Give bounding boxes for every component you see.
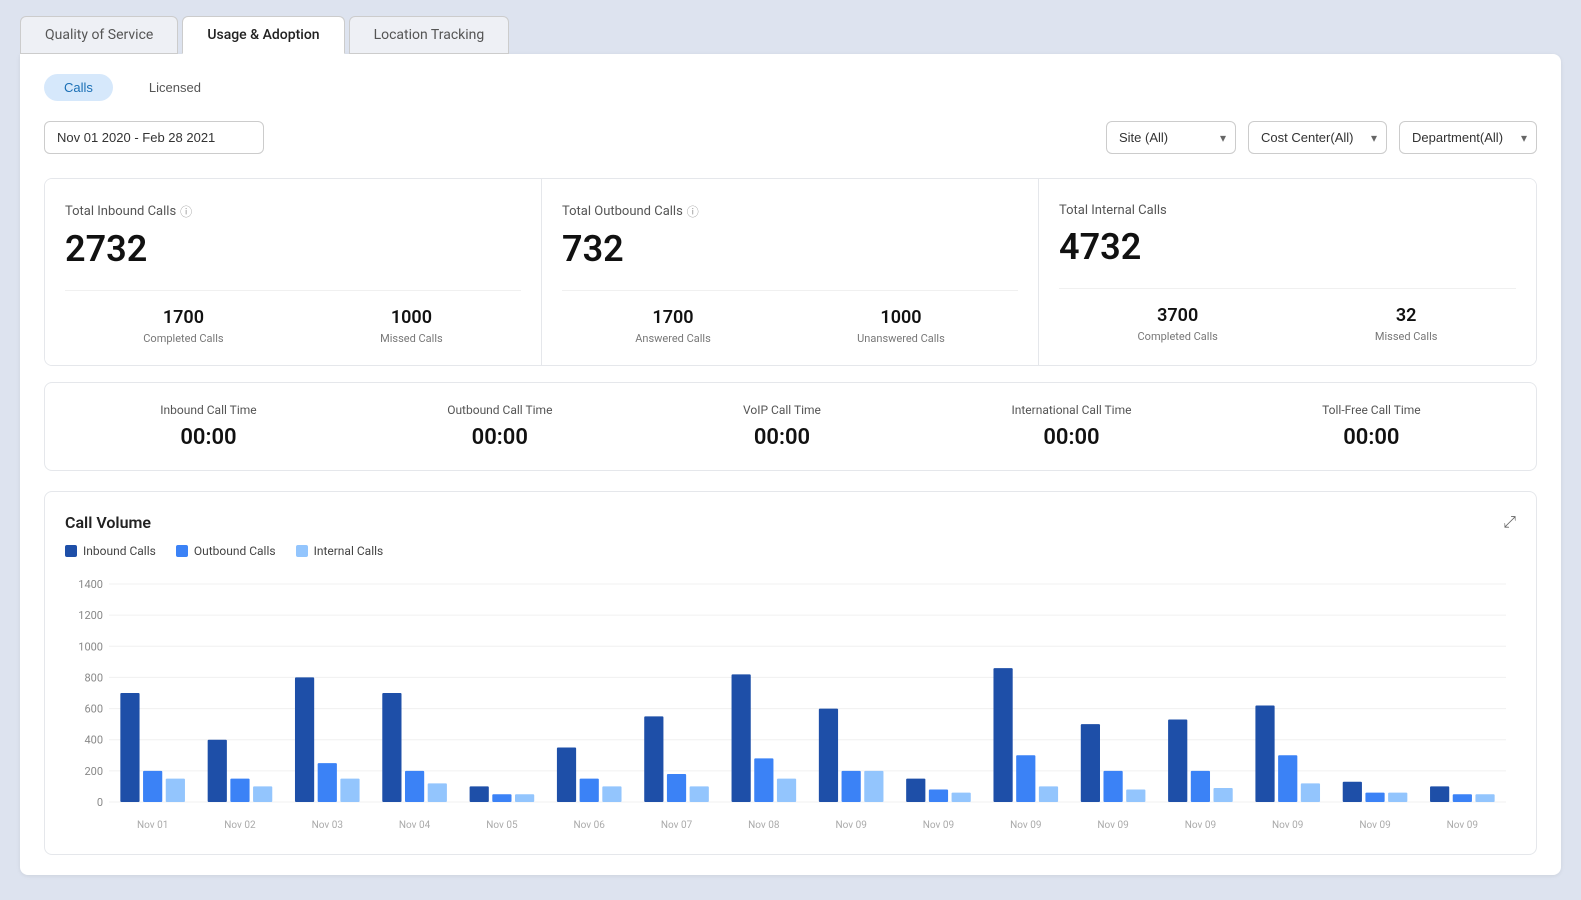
outbound-label: Total Outbound Calls ⓘ bbox=[562, 203, 1018, 220]
svg-text:Nov 09: Nov 09 bbox=[835, 820, 866, 831]
internal-stat-panel: Total Internal Calls 4732 3700 Completed… bbox=[1039, 179, 1536, 365]
svg-text:Nov 07: Nov 07 bbox=[661, 820, 693, 831]
stats-grid: Total Inbound Calls ⓘ 2732 1700 Complete… bbox=[44, 178, 1537, 366]
outbound-unanswered: 1000 Unanswered Calls bbox=[857, 307, 945, 345]
outbound-answered: 1700 Answered Calls bbox=[635, 307, 711, 345]
svg-text:400: 400 bbox=[84, 734, 103, 747]
svg-text:Nov 06: Nov 06 bbox=[574, 820, 606, 831]
main-content: Calls Licensed Site (All) Cost Center(Al… bbox=[20, 54, 1561, 875]
date-range-input[interactable] bbox=[44, 121, 264, 154]
legend-outbound: Outbound Calls bbox=[176, 544, 276, 558]
expand-icon[interactable]: ⤢ bbox=[1503, 512, 1516, 532]
svg-text:Nov 04: Nov 04 bbox=[399, 820, 431, 831]
svg-text:Nov 09: Nov 09 bbox=[1097, 820, 1128, 831]
svg-text:Nov 09: Nov 09 bbox=[923, 820, 954, 831]
svg-text:Nov 09: Nov 09 bbox=[1185, 820, 1216, 831]
bar-chart-svg: 0 200 400 600 800 1000 1200 1400 Nov 01 Nov 02 Nov… bbox=[65, 574, 1516, 834]
legend-outbound-label: Outbound Calls bbox=[194, 544, 276, 558]
svg-text:Nov 09: Nov 09 bbox=[1447, 820, 1478, 831]
department-filter[interactable]: Department(All) bbox=[1399, 121, 1537, 154]
svg-text:800: 800 bbox=[84, 671, 103, 684]
legend-internal-label: Internal Calls bbox=[314, 544, 384, 558]
legend-inbound-dot bbox=[65, 545, 77, 557]
svg-text:Nov 09: Nov 09 bbox=[1359, 820, 1390, 831]
legend-inbound-label: Inbound Calls bbox=[83, 544, 156, 558]
outbound-sub-row: 1700 Answered Calls 1000 Unanswered Call… bbox=[562, 290, 1018, 345]
legend-internal-dot bbox=[296, 545, 308, 557]
legend-inbound: Inbound Calls bbox=[65, 544, 156, 558]
cost-center-filter-wrapper: Cost Center(All) bbox=[1248, 121, 1387, 154]
svg-text:Nov 05: Nov 05 bbox=[486, 820, 518, 831]
inbound-completed: 1700 Completed Calls bbox=[143, 307, 223, 345]
tollfree-call-time: Toll-Free Call Time 00:00 bbox=[1322, 403, 1421, 450]
chart-header: Call Volume ⤢ bbox=[65, 512, 1516, 532]
tab-usage[interactable]: Usage & Adoption bbox=[182, 16, 344, 54]
inbound-label: Total Inbound Calls ⓘ bbox=[65, 203, 521, 220]
svg-text:Nov 09: Nov 09 bbox=[1010, 820, 1041, 831]
department-filter-wrapper: Department(All) bbox=[1399, 121, 1537, 154]
svg-text:0: 0 bbox=[97, 796, 103, 809]
info-icon-outbound: ⓘ bbox=[687, 203, 699, 220]
sub-tab-calls[interactable]: Calls bbox=[44, 74, 113, 101]
svg-text:Nov 01: Nov 01 bbox=[137, 820, 168, 831]
cost-center-filter[interactable]: Cost Center(All) bbox=[1248, 121, 1387, 154]
inbound-sub-row: 1700 Completed Calls 1000 Missed Calls bbox=[65, 290, 521, 345]
inbound-stat-panel: Total Inbound Calls ⓘ 2732 1700 Complete… bbox=[45, 179, 542, 365]
bar-chart-container: 0 200 400 600 800 1000 1200 1400 Nov 01 Nov 02 Nov… bbox=[65, 574, 1516, 834]
chart-legend: Inbound Calls Outbound Calls Internal Ca… bbox=[65, 544, 1516, 558]
tab-qos[interactable]: Quality of Service bbox=[20, 16, 178, 54]
voip-call-time: VoIP Call Time 00:00 bbox=[743, 403, 821, 450]
outbound-stat-panel: Total Outbound Calls ⓘ 732 1700 Answered… bbox=[542, 179, 1039, 365]
filter-selects: Site (All) Cost Center(All) Department(A… bbox=[1106, 121, 1537, 154]
svg-text:200: 200 bbox=[84, 765, 103, 778]
svg-text:Nov 08: Nov 08 bbox=[748, 820, 780, 831]
svg-text:Nov 02: Nov 02 bbox=[224, 820, 256, 831]
internal-missed: 32 Missed Calls bbox=[1375, 305, 1438, 343]
inbound-missed: 1000 Missed Calls bbox=[380, 307, 443, 345]
inbound-value: 2732 bbox=[65, 228, 521, 270]
sub-tabs: Calls Licensed bbox=[44, 74, 1537, 101]
main-tabs: Quality of Service Usage & Adoption Loca… bbox=[20, 16, 1561, 54]
svg-text:1400: 1400 bbox=[78, 578, 103, 591]
svg-text:600: 600 bbox=[84, 703, 103, 716]
call-time-row: Inbound Call Time 00:00 Outbound Call Ti… bbox=[44, 382, 1537, 471]
international-call-time: International Call Time 00:00 bbox=[1011, 403, 1131, 450]
chart-section: Call Volume ⤢ Inbound Calls Outbound Cal… bbox=[44, 491, 1537, 855]
tab-location[interactable]: Location Tracking bbox=[349, 16, 510, 54]
sub-tab-licensed[interactable]: Licensed bbox=[129, 74, 221, 101]
filters-row: Site (All) Cost Center(All) Department(A… bbox=[44, 121, 1537, 154]
svg-text:1200: 1200 bbox=[78, 609, 103, 622]
internal-label: Total Internal Calls bbox=[1059, 203, 1516, 218]
info-icon: ⓘ bbox=[180, 203, 192, 220]
internal-value: 4732 bbox=[1059, 226, 1516, 268]
legend-internal: Internal Calls bbox=[296, 544, 384, 558]
legend-outbound-dot bbox=[176, 545, 188, 557]
outbound-value: 732 bbox=[562, 228, 1018, 270]
site-filter[interactable]: Site (All) bbox=[1106, 121, 1236, 154]
chart-title: Call Volume bbox=[65, 513, 151, 532]
inbound-call-time: Inbound Call Time 00:00 bbox=[160, 403, 256, 450]
internal-sub-row: 3700 Completed Calls 32 Missed Calls bbox=[1059, 288, 1516, 343]
svg-text:Nov 09: Nov 09 bbox=[1272, 820, 1303, 831]
internal-completed: 3700 Completed Calls bbox=[1138, 305, 1218, 343]
outbound-call-time: Outbound Call Time 00:00 bbox=[447, 403, 552, 450]
svg-text:Nov 03: Nov 03 bbox=[312, 820, 343, 831]
site-filter-wrapper: Site (All) bbox=[1106, 121, 1236, 154]
svg-text:1000: 1000 bbox=[78, 640, 103, 653]
